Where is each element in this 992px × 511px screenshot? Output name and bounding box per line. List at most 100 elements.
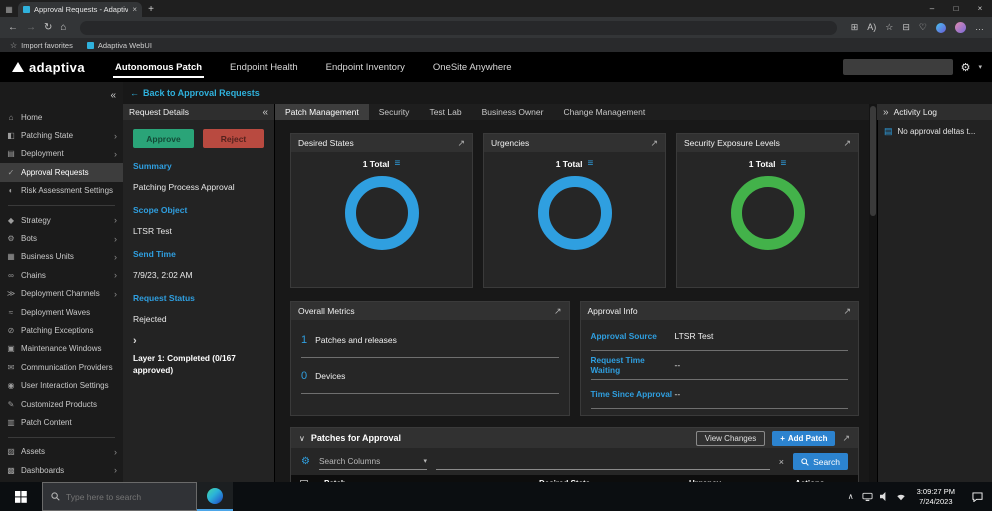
sidebar-item-patching-state[interactable]: ◧ Patching State ›	[0, 126, 123, 144]
search-settings-gear-icon[interactable]: ⚙	[301, 456, 310, 467]
expand-icon[interactable]: ↗	[842, 433, 850, 444]
collapse-panel-icon[interactable]: «	[262, 107, 268, 118]
nav-onesite-anywhere[interactable]: OneSite Anywhere	[419, 52, 526, 82]
taskbar-edge-button[interactable]	[197, 482, 233, 511]
expand-icon[interactable]: ↗	[843, 306, 851, 317]
sidebar-item-communication-providers[interactable]: ✉ Communication Providers	[0, 358, 123, 376]
sidebar-item-deployment-channels[interactable]: ≫ Deployment Channels ›	[0, 285, 123, 303]
sidebar-item-patching-exceptions[interactable]: ⊘ Patching Exceptions	[0, 321, 123, 339]
expand-icon[interactable]: ↗	[457, 138, 465, 149]
split-screen-icon[interactable]: ⊞	[851, 23, 859, 32]
back-to-approval-requests-link[interactable]: ← Back to Approval Requests	[130, 88, 260, 98]
expand-icon[interactable]: ↗	[554, 306, 562, 317]
profile-avatar[interactable]	[955, 22, 966, 33]
action-center-icon[interactable]	[962, 491, 992, 502]
security-exposure-donut[interactable]	[730, 176, 805, 250]
sidebar-item-maintenance-windows[interactable]: ▣ Maintenance Windows	[0, 340, 123, 358]
back-icon[interactable]: ←	[8, 22, 18, 33]
forward-icon[interactable]: →	[26, 22, 36, 33]
start-button[interactable]	[0, 482, 42, 511]
favorite-adaptiva-webui[interactable]: Adaptiva WebUI	[86, 40, 152, 50]
refresh-icon[interactable]: ↻	[44, 22, 52, 33]
taskbar-search-input[interactable]	[66, 491, 181, 502]
close-button[interactable]: ×	[968, 0, 992, 17]
app-search-input[interactable]	[842, 59, 953, 75]
new-tab-button[interactable]: +	[142, 4, 160, 17]
app-nav: Autonomous Patch Endpoint Health Endpoin…	[101, 52, 526, 82]
add-patch-button[interactable]: + Add Patch	[772, 430, 836, 446]
clear-search-icon[interactable]: ×	[779, 457, 784, 467]
nav-endpoint-health[interactable]: Endpoint Health	[216, 52, 312, 82]
tab-patch-management[interactable]: Patch Management	[275, 104, 369, 120]
collapse-section-icon[interactable]: ∨	[299, 434, 305, 443]
favorite-label: Adaptiva WebUI	[97, 40, 152, 50]
minimize-button[interactable]: –	[920, 0, 944, 17]
adaptiva-logo-icon	[12, 62, 24, 72]
tab-test-lab[interactable]: Test Lab	[419, 104, 471, 120]
tab-change-management[interactable]: Change Management	[553, 104, 655, 120]
maximize-button[interactable]: □	[944, 0, 968, 17]
layer-expander-icon[interactable]: ›	[133, 335, 264, 347]
tab-business-owner[interactable]: Business Owner	[472, 104, 554, 120]
vertical-scrollbar[interactable]	[869, 104, 877, 482]
favorite-import[interactable]: ☆ Import favorites	[10, 41, 73, 50]
hidden-icons-chevron[interactable]: ∧	[843, 492, 859, 501]
sidebar-item-user-interaction-settings[interactable]: ◉ User Interaction Settings	[0, 376, 123, 394]
sidebar-item-business-units[interactable]: ▦ Business Units ›	[0, 248, 123, 266]
sidebar-item-strategy[interactable]: ◆ Strategy ›	[0, 211, 123, 229]
legend-icon[interactable]: ≡	[780, 158, 786, 169]
search-button[interactable]: Search	[793, 453, 848, 470]
sidebar-item-approval-requests[interactable]: ✓ Approval Requests	[0, 163, 123, 182]
scrollbar-thumb[interactable]	[870, 106, 876, 216]
tab-close-icon[interactable]: ×	[132, 5, 137, 14]
sidebar-item-patch-content[interactable]: ▥ Patch Content	[0, 413, 123, 431]
sidebar-item-customized-products[interactable]: ✎ Customized Products	[0, 395, 123, 413]
legend-icon[interactable]: ≡	[394, 158, 400, 169]
display-icon[interactable]	[859, 492, 876, 502]
browser-essentials-icon[interactable]: ♡	[919, 23, 927, 32]
nav-endpoint-inventory[interactable]: Endpoint Inventory	[312, 52, 419, 82]
reject-button[interactable]: Reject	[203, 129, 264, 148]
expand-icon[interactable]: ↗	[843, 138, 851, 149]
read-aloud-icon[interactable]: A)	[867, 23, 876, 32]
sidebar-item-chains[interactable]: ∞ Chains ›	[0, 266, 123, 284]
patches-search-input[interactable]	[435, 453, 770, 470]
volume-icon[interactable]	[876, 492, 893, 501]
settings-gear-icon[interactable]: ⚙	[961, 61, 971, 74]
copilot-icon[interactable]	[936, 22, 946, 33]
sidebar-item-deployment-waves[interactable]: ≈ Deployment Waves	[0, 303, 123, 321]
collections-icon[interactable]: ⊟	[902, 23, 910, 32]
nav-autonomous-patch[interactable]: Autonomous Patch	[101, 52, 216, 82]
address-bar[interactable]	[80, 20, 837, 35]
urgencies-donut[interactable]	[537, 176, 612, 250]
adaptiva-logo[interactable]: adaptiva	[0, 60, 101, 75]
scope-object-value: LTSR Test	[133, 226, 172, 236]
app-body: « ⌂ Home ◧ Patching State › ▤ Deployment…	[0, 82, 992, 482]
browser-tab[interactable]: Approval Requests - Adaptiva A... ×	[18, 2, 142, 17]
tab-actions-icon[interactable]: ▦	[0, 5, 18, 17]
search-columns-dropdown[interactable]: Search Columns ▾	[318, 453, 427, 470]
tab-security[interactable]: Security	[369, 104, 420, 120]
approve-button[interactable]: Approve	[133, 129, 194, 148]
collapse-activity-icon[interactable]: »	[883, 107, 889, 118]
legend-icon[interactable]: ≡	[587, 158, 593, 169]
taskbar-search-box[interactable]	[42, 482, 197, 511]
view-changes-button[interactable]: View Changes	[695, 430, 766, 446]
chevron-down-icon[interactable]: ▾	[978, 63, 982, 71]
taskbar-clock[interactable]: 3:09:27 PM 7/24/2023	[910, 487, 962, 507]
sidebar-item-home[interactable]: ⌂ Home	[0, 108, 123, 126]
sidebar-item-dashboards[interactable]: ▩ Dashboards ›	[0, 461, 123, 479]
sidebar-collapse-icon[interactable]: «	[110, 90, 116, 101]
sidebar-item-bots[interactable]: ⚙ Bots ›	[0, 229, 123, 247]
more-menu-icon[interactable]: …	[975, 23, 984, 32]
browser-home-icon[interactable]: ⌂	[60, 22, 66, 33]
desired-states-donut[interactable]	[344, 176, 419, 250]
expand-icon[interactable]: ↗	[650, 138, 658, 149]
sidebar-item-deployment[interactable]: ▤ Deployment ›	[0, 145, 123, 163]
network-icon[interactable]	[893, 492, 910, 501]
request-details-header: Request Details «	[123, 104, 274, 120]
activity-log-item[interactable]: ▤ No approval deltas t...	[878, 120, 992, 143]
sidebar-item-assets[interactable]: ▨ Assets ›	[0, 443, 123, 461]
favorites-icon[interactable]: ☆	[885, 23, 893, 32]
sidebar-item-risk-assessment-settings[interactable]: ◐ Risk Assessment Settings	[0, 182, 123, 200]
